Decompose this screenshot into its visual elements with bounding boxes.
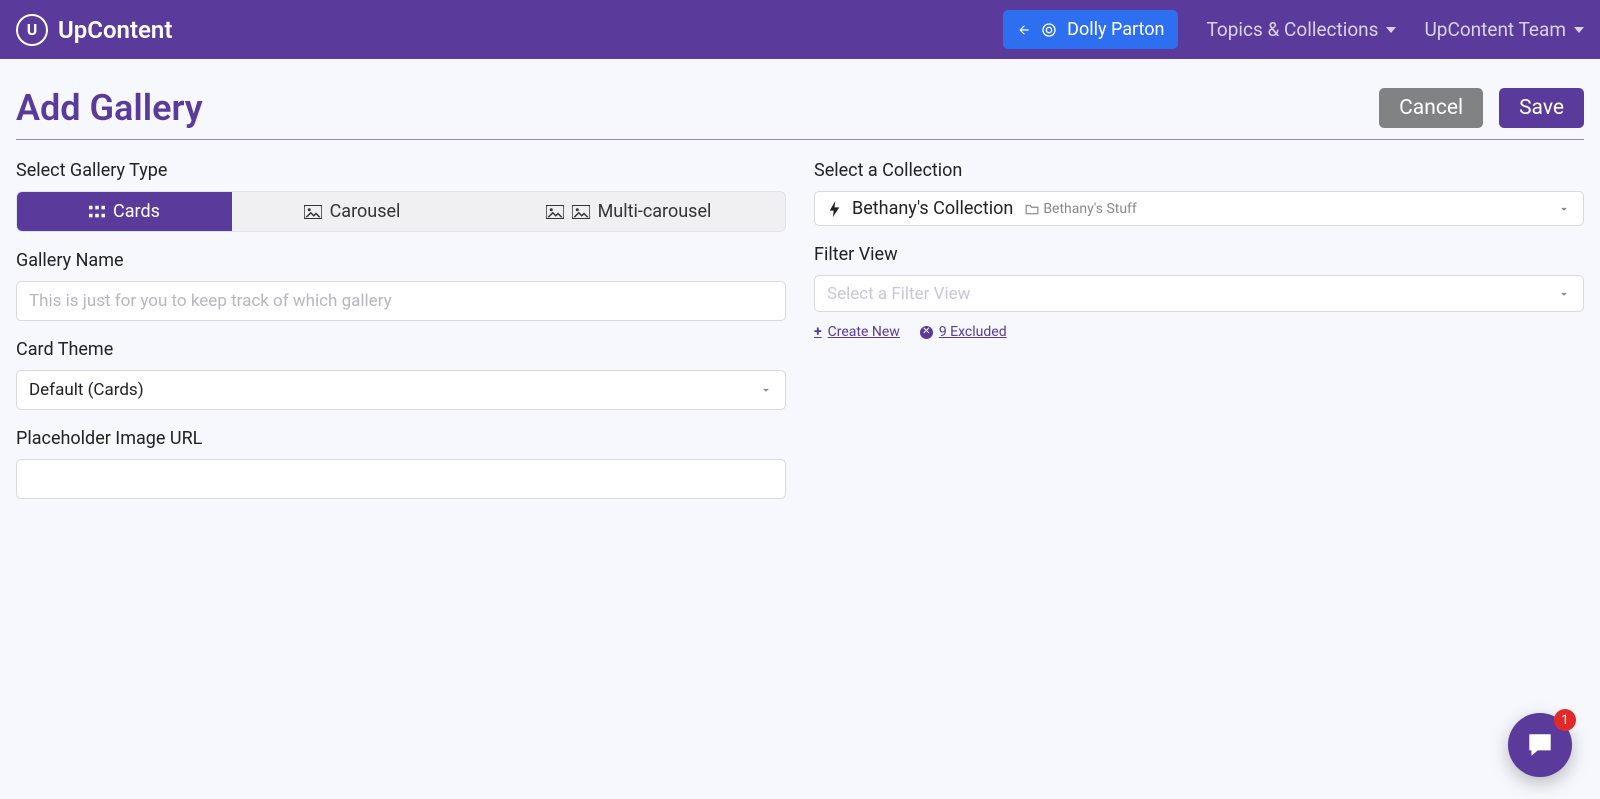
right-column: Select a Collection Bethany's Collection… bbox=[814, 160, 1584, 499]
target-icon bbox=[1041, 22, 1057, 38]
collection-folder-name: Bethany's Stuff bbox=[1043, 201, 1136, 217]
cancel-button[interactable]: Cancel bbox=[1379, 88, 1483, 128]
excluded-label: 9 Excluded bbox=[939, 324, 1007, 340]
tab-multi-carousel[interactable]: Multi-carousel bbox=[472, 192, 785, 231]
arrow-left-icon bbox=[1017, 23, 1031, 37]
user-name: Dolly Parton bbox=[1067, 19, 1164, 40]
collection-select[interactable]: Bethany's Collection Bethany's Stuff bbox=[814, 191, 1584, 226]
chat-badge: 1 bbox=[1554, 709, 1576, 731]
collection-selected: Bethany's Collection Bethany's Stuff bbox=[827, 198, 1571, 219]
chat-widget-button[interactable]: 1 bbox=[1508, 713, 1572, 777]
tab-cards[interactable]: Cards bbox=[17, 192, 232, 231]
chevron-down-icon bbox=[1557, 202, 1571, 216]
grid-icon bbox=[89, 205, 105, 219]
placeholder-url-label: Placeholder Image URL bbox=[16, 428, 786, 449]
logo-icon: U bbox=[16, 14, 48, 46]
filter-view-select[interactable]: Select a Filter View bbox=[814, 275, 1584, 312]
create-new-filter-link[interactable]: + Create New bbox=[814, 324, 900, 340]
card-theme-value: Default (Cards) bbox=[29, 380, 144, 400]
gallery-name-label: Gallery Name bbox=[16, 250, 786, 271]
tab-multi-label: Multi-carousel bbox=[598, 201, 712, 222]
image-icon bbox=[572, 205, 590, 219]
chevron-down-icon bbox=[1386, 27, 1396, 33]
placeholder-url-input[interactable] bbox=[16, 459, 786, 499]
folder-icon bbox=[1025, 203, 1039, 215]
tab-carousel[interactable]: Carousel bbox=[232, 192, 472, 231]
excluded-link[interactable]: ✕ 9 Excluded bbox=[920, 324, 1007, 340]
header-right: Dolly Parton Topics & Collections UpCont… bbox=[1003, 10, 1584, 49]
gallery-name-input[interactable] bbox=[16, 281, 786, 321]
create-new-label: Create New bbox=[828, 324, 900, 340]
excluded-badge-icon: ✕ bbox=[920, 326, 933, 339]
form-area: Select Gallery Type Cards Carousel bbox=[0, 140, 1600, 499]
image-icon bbox=[546, 205, 564, 219]
image-icon bbox=[304, 205, 322, 219]
gallery-type-label: Select Gallery Type bbox=[16, 160, 786, 181]
tab-carousel-label: Carousel bbox=[330, 201, 401, 222]
card-theme-label: Card Theme bbox=[16, 339, 786, 360]
brand[interactable]: U UpContent bbox=[16, 14, 172, 46]
left-column: Select Gallery Type Cards Carousel bbox=[16, 160, 786, 499]
nav-team[interactable]: UpContent Team bbox=[1424, 18, 1584, 41]
nav-topics-collections[interactable]: Topics & Collections bbox=[1206, 18, 1396, 41]
bolt-icon bbox=[829, 201, 840, 217]
chevron-down-icon bbox=[759, 383, 773, 397]
chevron-down-icon bbox=[1557, 287, 1571, 301]
card-theme-select[interactable]: Default (Cards) bbox=[16, 370, 786, 410]
app-header: U UpContent Dolly Parton Topics & Collec… bbox=[0, 0, 1600, 59]
page-title: Add Gallery bbox=[16, 87, 203, 129]
divider bbox=[16, 139, 1584, 140]
filter-view-actions: + Create New ✕ 9 Excluded bbox=[814, 324, 1584, 340]
chevron-down-icon bbox=[1574, 27, 1584, 33]
account-switch-button[interactable]: Dolly Parton bbox=[1003, 10, 1178, 49]
plus-icon: + bbox=[814, 324, 822, 340]
chat-icon bbox=[1525, 730, 1555, 760]
nav-topics-label: Topics & Collections bbox=[1206, 18, 1378, 41]
page-actions: Cancel Save bbox=[1379, 88, 1584, 128]
filter-view-placeholder: Select a Filter View bbox=[827, 284, 970, 304]
brand-name: UpContent bbox=[58, 16, 172, 44]
select-collection-label: Select a Collection bbox=[814, 160, 1584, 181]
collection-name: Bethany's Collection bbox=[852, 198, 1013, 219]
collection-folder-chip: Bethany's Stuff bbox=[1025, 201, 1136, 217]
page-top: Add Gallery Cancel Save bbox=[0, 59, 1600, 139]
filter-view-label: Filter View bbox=[814, 244, 1584, 265]
gallery-type-tabs: Cards Carousel Multi-carousel bbox=[16, 191, 786, 232]
save-button[interactable]: Save bbox=[1499, 88, 1584, 128]
nav-team-label: UpContent Team bbox=[1424, 18, 1566, 41]
tab-cards-label: Cards bbox=[113, 201, 160, 222]
